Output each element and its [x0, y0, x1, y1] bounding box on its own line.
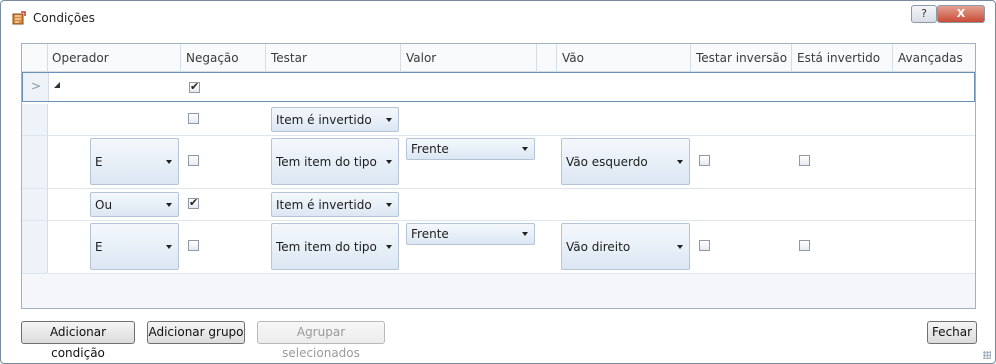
negacao-checkbox[interactable] [188, 113, 199, 124]
chevron-down-icon [386, 203, 392, 207]
column-header-valor[interactable]: Valor [401, 44, 537, 71]
row-selector[interactable] [22, 221, 48, 273]
header-row-selector [22, 44, 48, 71]
current-row-chevron-icon: > [31, 79, 42, 93]
operador-value: E [95, 155, 103, 169]
valor-value: Frente [411, 142, 449, 156]
testar-value: Item é invertido [276, 113, 372, 127]
operador-value: E [95, 240, 103, 254]
row-selector[interactable] [22, 104, 48, 135]
window-title: Condições [33, 11, 95, 25]
testar-value: Tem item do tipo [276, 155, 377, 169]
table-row[interactable]: > [22, 72, 975, 102]
grid-header: Operador Negação Testar Valor Vão Testar… [22, 44, 975, 72]
table-row[interactable]: E Tem item do tipo Frente Vão direito [22, 221, 975, 274]
column-header-testar[interactable]: Testar [266, 44, 401, 71]
negacao-checkbox[interactable] [188, 240, 199, 251]
vao-dropdown[interactable]: Vão esquerdo [561, 138, 690, 185]
valor-dropdown[interactable]: Frente [406, 138, 535, 160]
operador-dropdown[interactable]: Ou [90, 192, 179, 217]
esta-invertido-checkbox[interactable] [799, 155, 810, 166]
testar-dropdown[interactable]: Tem item do tipo [271, 223, 399, 270]
row-selector[interactable] [22, 189, 48, 220]
column-header-blank[interactable] [537, 44, 557, 71]
testar-value: Item é invertido [276, 198, 372, 212]
negacao-checkbox[interactable] [189, 80, 200, 93]
vao-value: Vão direito [566, 240, 631, 254]
column-header-avancadas[interactable]: Avançadas [893, 44, 975, 71]
chevron-down-icon [166, 160, 172, 164]
testar-value: Tem item do tipo [276, 240, 377, 254]
conditions-grid: Operador Negação Testar Valor Vão Testar… [21, 43, 976, 309]
testar-dropdown[interactable]: Item é invertido [271, 107, 399, 132]
table-row[interactable]: E Tem item do tipo Frente Vão esquerdo [22, 136, 975, 189]
conditions-app-icon [12, 11, 26, 25]
add-condition-button[interactable]: Adicionar condição [21, 321, 135, 360]
esta-invertido-checkbox[interactable] [799, 240, 810, 251]
vao-value: Vão esquerdo [566, 155, 648, 169]
chevron-down-icon [522, 147, 528, 151]
help-button[interactable]: ? [911, 5, 937, 23]
testar-dropdown[interactable]: Tem item do tipo [271, 138, 399, 185]
valor-dropdown[interactable]: Frente [406, 223, 535, 245]
chevron-down-icon [166, 245, 172, 249]
column-header-operador[interactable]: Operador [47, 44, 181, 71]
chevron-down-icon [386, 160, 392, 164]
operador-value: Ou [95, 198, 113, 212]
chevron-down-icon [166, 203, 172, 207]
column-header-esta-invertido[interactable]: Está invertido [792, 44, 893, 71]
negacao-checkbox[interactable] [188, 155, 199, 166]
grid-empty-area [22, 274, 975, 308]
title-bar: Condições ? X [1, 1, 995, 35]
chevron-down-icon [677, 160, 683, 164]
expand-group-icon[interactable] [54, 82, 60, 88]
chevron-down-icon [386, 118, 392, 122]
operador-dropdown[interactable]: E [90, 138, 179, 185]
close-button[interactable]: Fechar [927, 321, 977, 344]
column-header-vao[interactable]: Vão [557, 44, 691, 71]
close-window-button[interactable]: X [937, 5, 985, 23]
add-group-button[interactable]: Adicionar grupo [147, 321, 245, 344]
testar-dropdown[interactable]: Item é invertido [271, 192, 399, 217]
row-selector[interactable] [22, 136, 48, 188]
valor-value: Frente [411, 227, 449, 241]
row-selector[interactable]: > [23, 73, 49, 101]
resize-grip-icon[interactable] [983, 351, 991, 359]
table-row[interactable]: Ou Item é invertido [22, 189, 975, 221]
negacao-checkbox[interactable] [188, 196, 199, 209]
operador-dropdown[interactable]: E [90, 223, 179, 270]
chevron-down-icon [522, 232, 528, 236]
column-header-negacao[interactable]: Negação [181, 44, 266, 71]
group-selected-button[interactable]: Agrupar selecionados [257, 321, 385, 360]
vao-dropdown[interactable]: Vão direito [561, 223, 690, 270]
testar-inversao-checkbox[interactable] [699, 240, 710, 251]
testar-inversao-checkbox[interactable] [699, 155, 710, 166]
chevron-down-icon [386, 245, 392, 249]
chevron-down-icon [677, 245, 683, 249]
table-row[interactable]: Item é invertido [22, 104, 975, 136]
column-header-testar-inversao[interactable]: Testar inversão [691, 44, 792, 71]
conditions-window: Condições ? X Operador Negação Testar Va… [0, 0, 996, 364]
